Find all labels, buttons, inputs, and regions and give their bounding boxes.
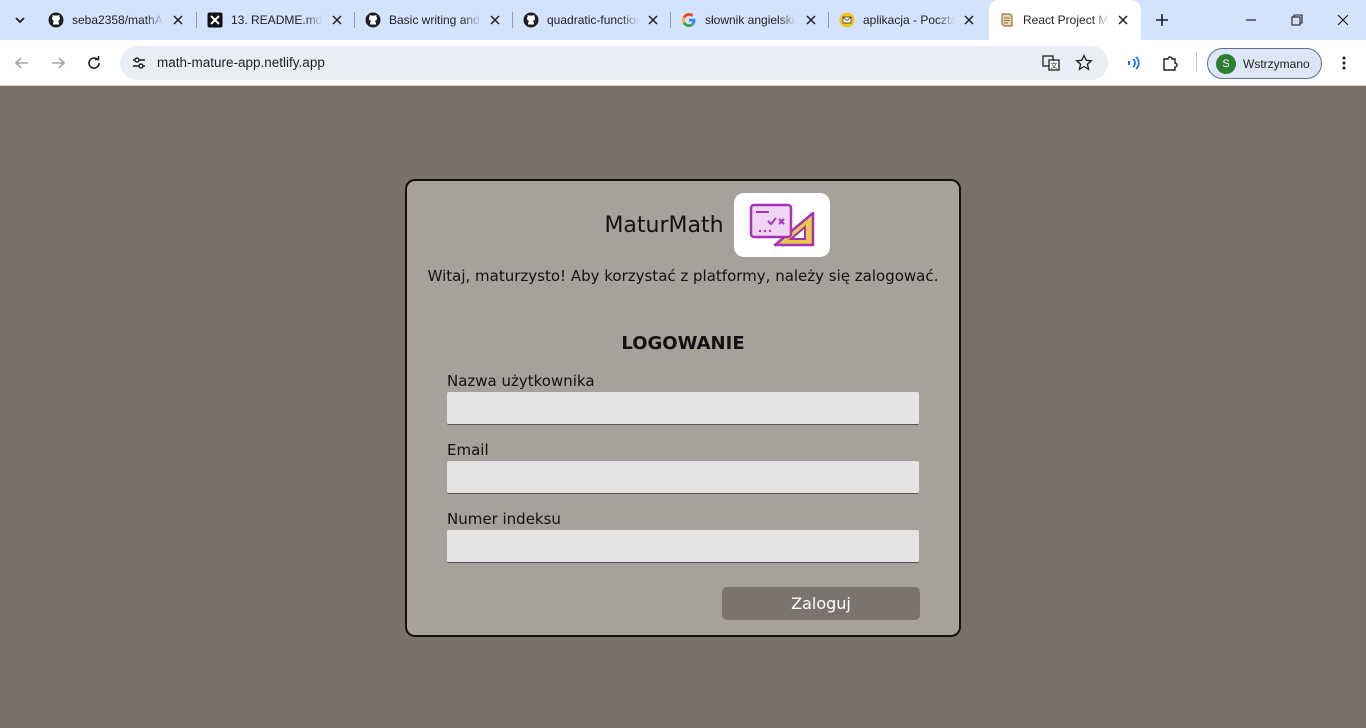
site-info-button[interactable] (126, 50, 152, 76)
profile-status-label: Wstrzymano (1243, 56, 1310, 71)
username-input[interactable] (447, 392, 919, 425)
cast-extension-button[interactable] (1122, 51, 1146, 75)
react-scroll-icon (999, 12, 1015, 28)
tab-3[interactable]: quadratic-function (513, 0, 671, 40)
toolbar-divider (1196, 52, 1197, 72)
login-card: MaturMath Witaj, maturzysto! Aby korzyst… (405, 179, 961, 637)
back-button[interactable] (8, 49, 36, 77)
notion-icon (207, 12, 223, 28)
arrow-right-icon (52, 57, 66, 69)
star-icon (1075, 54, 1093, 71)
app-name: MaturMath (604, 212, 724, 238)
mail-icon (839, 12, 855, 28)
avatar: S (1216, 53, 1236, 74)
close-icon[interactable] (329, 12, 345, 28)
welcome-message: Witaj, maturzysto! Aby korzystać z platf… (427, 267, 939, 285)
extensions-button[interactable] (1158, 51, 1182, 75)
reload-button[interactable] (80, 49, 108, 77)
login-heading: LOGOWANIE (621, 333, 745, 354)
svg-text:文: 文 (1051, 61, 1058, 70)
chevron-down-icon (15, 17, 25, 24)
tab-search-button[interactable] (6, 6, 34, 34)
more-vert-icon (1342, 56, 1346, 70)
tab-4[interactable]: słownik angielski (671, 0, 829, 40)
email-label: Email (447, 441, 489, 459)
profile-button[interactable]: S Wstrzymano (1207, 48, 1322, 79)
math-logo-icon (749, 203, 814, 247)
tab-1[interactable]: 13. README.md (197, 0, 355, 40)
tab-6-active[interactable]: React Project Maturmath (989, 0, 1141, 40)
arrow-left-icon (14, 57, 28, 69)
close-icon[interactable] (1115, 12, 1131, 28)
minimize-button[interactable] (1228, 0, 1274, 40)
forward-button[interactable] (44, 49, 72, 77)
tab-title: React Project Maturmath (1023, 13, 1109, 27)
restore-icon (1291, 14, 1303, 26)
brand-header: MaturMath (407, 193, 959, 257)
translate-icon: 文 (1042, 55, 1060, 71)
translate-button[interactable]: 文 (1039, 51, 1063, 75)
tab-2[interactable]: Basic writing and formatting syntax (355, 0, 513, 40)
close-icon[interactable] (803, 12, 819, 28)
google-icon (681, 12, 697, 28)
username-label: Nazwa użytkownika (447, 372, 595, 390)
new-tab-button[interactable] (1150, 8, 1174, 32)
login-button[interactable]: Zaloguj (722, 587, 920, 620)
tune-icon (133, 57, 145, 69)
bookmark-button[interactable] (1072, 51, 1096, 75)
close-icon[interactable] (645, 12, 661, 28)
github-icon (365, 12, 381, 28)
index-number-input[interactable] (447, 530, 919, 563)
close-icon[interactable] (487, 12, 503, 28)
url-text: math-mature-app.netlify.app (157, 55, 325, 70)
tab-strip: seba2358/mathA 13. README.md Basic writi… (0, 0, 1366, 40)
tab-0[interactable]: seba2358/mathA (38, 0, 196, 40)
close-icon[interactable] (170, 12, 186, 28)
github-icon (48, 12, 64, 28)
wireless-icon (1128, 56, 1140, 70)
index-number-label: Numer indeksu (447, 510, 561, 528)
tab-title: Basic writing and formatting syntax (389, 13, 481, 27)
plus-icon (1156, 14, 1168, 26)
reload-icon (88, 56, 100, 69)
address-bar[interactable]: math-mature-app.netlify.app 文 (120, 46, 1108, 80)
tab-title: seba2358/mathA (72, 13, 163, 27)
email-input[interactable] (447, 461, 919, 494)
app-logo (733, 193, 830, 257)
tab-5[interactable]: aplikacja - Poczta (829, 0, 987, 40)
minimize-icon (1246, 19, 1256, 21)
close-icon[interactable] (961, 12, 977, 28)
close-window-button[interactable] (1320, 0, 1366, 40)
tab-title: quadratic-function (547, 13, 639, 27)
tab-title: 13. README.md (231, 13, 323, 27)
puzzle-icon (1163, 56, 1178, 71)
github-icon (523, 12, 539, 28)
browser-toolbar: math-mature-app.netlify.app 文 S Wstrzyma… (0, 40, 1366, 86)
tab-title: słownik angielski (705, 13, 795, 27)
tab-title: aplikacja - Poczta (863, 13, 955, 27)
close-icon (1337, 14, 1349, 26)
menu-button[interactable] (1332, 51, 1356, 75)
restore-button[interactable] (1274, 0, 1320, 40)
